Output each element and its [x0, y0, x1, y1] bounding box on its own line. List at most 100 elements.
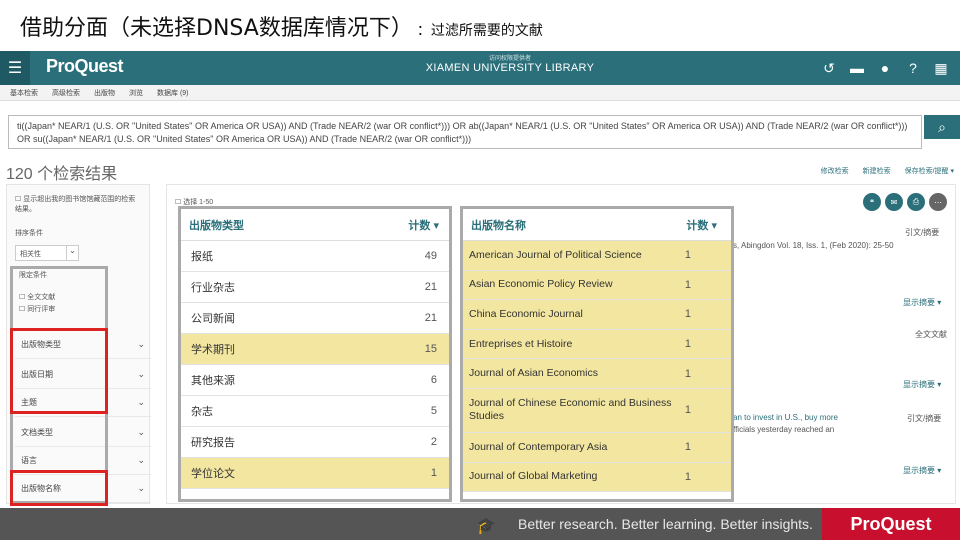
folder-icon[interactable]: ▬	[848, 60, 866, 76]
header-count-sort[interactable]: 计数 ▾	[408, 217, 439, 233]
chevron-down-icon: ⌄	[137, 427, 145, 437]
more-icon[interactable]: ⋯	[929, 193, 947, 211]
facet-value-name: American Journal of Political Science	[469, 248, 642, 261]
facet-value-count: 1	[684, 404, 691, 417]
facet-value-count: 49	[424, 250, 437, 262]
facet-value-name: Entreprises et Histoire	[469, 337, 573, 350]
table-row[interactable]: 学位论文 1	[181, 458, 449, 489]
facet-value-name: 公司新闻	[191, 313, 235, 325]
grid-icon[interactable]: ▦	[932, 60, 950, 77]
email-icon[interactable]: ✉	[885, 193, 903, 211]
facet-value-count: 5	[430, 405, 437, 417]
table-row[interactable]: Journal of Chinese Economic and Business…	[463, 388, 731, 433]
graduation-cap-icon: 🎓	[476, 518, 496, 535]
library-banner: 访问权限提供者 XIAMEN UNIVERSITY LIBRARY	[380, 53, 640, 74]
citation-abstract-link[interactable]: 引文/摘要	[905, 227, 939, 238]
facet-value-name: 行业杂志	[191, 282, 235, 294]
facet-value-name: Journal of Global Marketing	[469, 470, 598, 483]
library-access-label: 访问权限提供者	[488, 56, 531, 62]
save-search-link[interactable]: 保存检索/提醒 ▾	[905, 166, 954, 176]
table-row[interactable]: Journal of Asian Economics 1	[463, 359, 731, 389]
highlight-box-publication-title	[10, 470, 108, 506]
search-button[interactable]: ⌕	[924, 115, 960, 139]
facet-value-count: 1	[684, 338, 691, 351]
facet-value-name: Journal of Contemporary Asia	[469, 440, 608, 453]
cite-icon[interactable]: ❝	[863, 193, 881, 211]
library-name: XIAMEN UNIVERSITY LIBRARY	[425, 62, 595, 74]
user-icon[interactable]: ●	[876, 60, 894, 76]
table-row[interactable]: American Journal of Political Science 1	[463, 241, 731, 271]
facet-value-name: China Economic Journal	[469, 307, 583, 320]
footer-tagline: Better research. Better learning. Better…	[518, 516, 813, 532]
table-row[interactable]: 公司新闻 21	[181, 303, 449, 334]
table-row[interactable]: 杂志 5	[181, 396, 449, 427]
facet-value-name: Journal of Asian Economics	[469, 367, 598, 380]
chevron-down-icon: ⌄	[66, 246, 78, 260]
table-row[interactable]: Journal of Contemporary Asia 1	[463, 432, 731, 463]
sub-navigation: 基本检索 高级检索 出版物 浏览 数据库 (9)	[0, 85, 960, 101]
nav-advanced-search[interactable]: 高级检索	[52, 88, 80, 98]
facet-value-count: 1	[684, 441, 691, 454]
table-row[interactable]: 行业杂志 21	[181, 272, 449, 303]
topbar-icons: ↺ ▬ ● ? ▦	[820, 51, 950, 85]
proquest-logo[interactable]: ProQuest	[46, 56, 124, 77]
history-icon[interactable]: ↺	[820, 60, 838, 77]
nav-databases[interactable]: 数据库 (9)	[157, 88, 189, 98]
header-count-sort[interactable]: 计数 ▾	[686, 217, 717, 233]
show-outside-holdings-checkbox[interactable]: ☐ 显示超出我的图书馆馆藏范围的检索结果。	[15, 195, 141, 215]
table-row[interactable]: Entreprises et Histoire 1	[463, 329, 731, 360]
help-icon[interactable]: ?	[904, 60, 922, 76]
table-row[interactable]: China Economic Journal 1	[463, 300, 731, 330]
print-icon[interactable]: ⎙	[907, 193, 925, 211]
facet-value-count: 1	[684, 278, 691, 291]
show-abstract-link[interactable]: 显示摘要 ▾	[903, 465, 941, 476]
slide-subtitle: ：过滤所需要的文献	[416, 23, 543, 39]
footer-banner: 🎓 Better research. Better learning. Bett…	[0, 508, 960, 540]
table-row[interactable]: 研究报告 2	[181, 427, 449, 458]
facet-value-count: 1	[684, 308, 691, 321]
table-row[interactable]: Asian Economic Policy Review 1	[463, 270, 731, 301]
table-row[interactable]: Journal of Global Marketing 1	[463, 462, 731, 493]
publication-title-facet-table: 出版物名称 计数 ▾ American Journal of Political…	[460, 206, 734, 502]
result-snippet: s, Abingdon Vol. 18, Iss. 1, (Feb 2020):…	[733, 241, 894, 250]
search-actions: 修改检索 新建检索 保存检索/提醒 ▾	[821, 166, 954, 176]
facet-value-name: Asian Economic Policy Review	[469, 278, 613, 291]
publication-type-facet-table: 出版物类型 计数 ▾ 报纸 49 行业杂志 21 公司新闻 21 学术期刊 15 其他来源 6 杂志…	[178, 206, 452, 502]
show-abstract-link[interactable]: 显示摘要 ▾	[903, 297, 941, 308]
chevron-down-icon: ⌄	[137, 483, 145, 493]
slide-title: 借助分面（未选择DNSA数据库情况下） ：过滤所需要的文献	[20, 10, 543, 44]
nav-browse[interactable]: 浏览	[129, 88, 143, 98]
highlight-box-facets	[10, 328, 108, 414]
nav-basic-search[interactable]: 基本检索	[10, 88, 38, 98]
table-row[interactable]: 学术期刊 15	[181, 334, 449, 365]
slide-title-main: 借助分面（未选择DNSA数据库情况下）	[20, 16, 413, 41]
results-count: 120 个检索结果	[6, 166, 118, 183]
table-header: 出版物类型 计数 ▾	[181, 209, 449, 241]
fulltext-link[interactable]: 全文文献	[915, 329, 947, 340]
modify-search-link[interactable]: 修改检索	[821, 166, 849, 176]
header-publication-type: 出版物类型	[189, 219, 244, 232]
table-row[interactable]: 报纸 49	[181, 241, 449, 272]
nav-publications[interactable]: 出版物	[94, 88, 115, 98]
search-query-input[interactable]: ti((Japan* NEAR/1 (U.S. OR "United State…	[8, 115, 922, 149]
facet-value-count: 1	[684, 367, 691, 380]
citation-abstract-link[interactable]: 引文/摘要	[907, 413, 941, 424]
new-search-link[interactable]: 新建检索	[863, 166, 891, 176]
menu-icon[interactable]: ☰	[0, 51, 30, 85]
facet-value-count: 1	[684, 470, 691, 483]
table-row[interactable]: 其他来源 6	[181, 365, 449, 396]
chevron-down-icon: ⌄	[137, 339, 145, 349]
facet-value-count: 15	[424, 343, 437, 355]
sort-label: 排序条件	[15, 230, 43, 237]
facet-value-count: 2	[430, 436, 437, 448]
show-abstract-link[interactable]: 显示摘要 ▾	[903, 379, 941, 390]
sort-select[interactable]: 相关性 ⌄	[15, 245, 79, 261]
facet-value-name: Journal of Chinese Economic and Business…	[469, 397, 672, 423]
facet-value-count: 1	[684, 249, 691, 262]
chevron-down-icon: ⌄	[137, 397, 145, 407]
facet-value-name: 研究报告	[191, 437, 235, 449]
sort-value: 相关性	[20, 251, 41, 258]
facet-value-name: 学位论文	[191, 468, 235, 480]
facet-value-count: 21	[424, 312, 437, 324]
facet-value-count: 21	[424, 281, 437, 293]
